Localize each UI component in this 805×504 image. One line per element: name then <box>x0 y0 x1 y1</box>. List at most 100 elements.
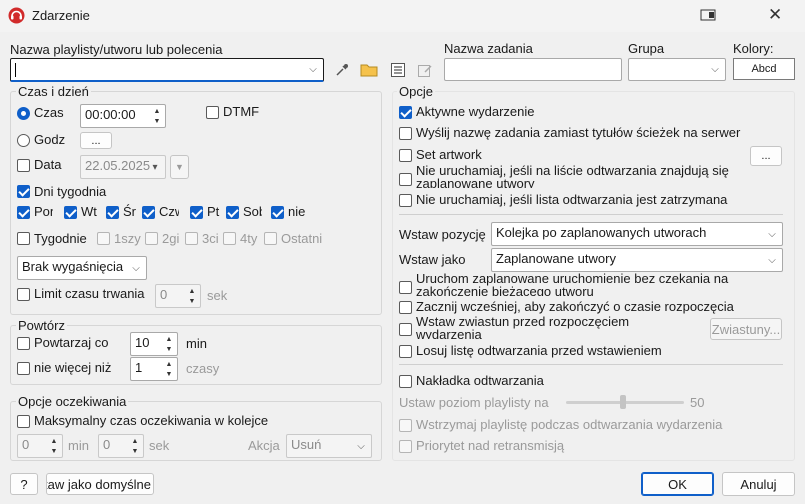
max-label: nie więcej niż <box>34 360 112 375</box>
week-1-checkbox[interactable] <box>97 232 110 245</box>
playlist-button[interactable] <box>386 58 410 81</box>
action-label: Akcja <box>248 438 280 453</box>
wait-min-input[interactable]: 0 ▲ ▼ <box>17 434 63 458</box>
day-sr-checkbox[interactable] <box>106 206 119 219</box>
close-icon[interactable]: ✕ <box>768 5 782 25</box>
edit-icon <box>418 64 432 77</box>
godz-button[interactable]: ... <box>80 132 112 149</box>
run-now-checkbox[interactable] <box>399 281 412 294</box>
shuffle-label: Losuj listę odtwarzania przed wstawienie… <box>416 343 662 358</box>
overlay-checkbox[interactable] <box>399 375 412 388</box>
trailer-button[interactable]: Zwiastuny... <box>710 318 782 340</box>
repeat-checkbox[interactable] <box>17 337 30 350</box>
repeat-unit: min <box>186 336 207 351</box>
chevron-down-icon: ⌵ <box>711 64 719 75</box>
ok-button[interactable]: OK <box>641 472 714 496</box>
czas-label: Czas <box>34 105 64 120</box>
limit-spinner[interactable]: ▲ ▼ <box>185 286 199 306</box>
window-mode-icon[interactable] <box>700 9 716 21</box>
day-sr-label: Śr <box>123 204 136 219</box>
options-group-title: Opcje <box>397 84 435 99</box>
active-label: Aktywne wydarzenie <box>416 104 535 119</box>
artwork-button[interactable]: ... <box>750 146 782 166</box>
no-run-list-label: Nie uruchamiaj, jeśli na liście odtwarza… <box>416 164 729 188</box>
week-2-checkbox[interactable] <box>145 232 158 245</box>
trailer-checkbox[interactable] <box>399 323 412 336</box>
days-checkbox[interactable] <box>17 185 30 198</box>
day-wt-checkbox[interactable] <box>64 206 77 219</box>
czas-radio[interactable] <box>17 107 30 120</box>
colors-button[interactable]: Abcd <box>733 58 795 80</box>
level-value: 50 <box>690 395 705 410</box>
day-czw-checkbox[interactable] <box>142 206 155 219</box>
edit-button[interactable] <box>413 58 437 81</box>
max-input[interactable]: 1 ▲ ▼ <box>130 357 178 381</box>
week-3-checkbox[interactable] <box>185 232 198 245</box>
chevron-down-icon[interactable]: ⌵ <box>305 59 321 80</box>
priority-label: Priorytet nad retransmisją <box>416 438 565 453</box>
colors-label: Kolory: <box>733 41 774 56</box>
playlist-input[interactable]: ⌵ <box>10 58 324 82</box>
group-label: Grupa <box>628 41 665 56</box>
dtmf-checkbox[interactable] <box>206 106 219 119</box>
task-input[interactable] <box>444 58 622 81</box>
day-sob-checkbox[interactable] <box>226 206 239 219</box>
insert-as-label: Wstaw jako <box>399 252 466 267</box>
day-pt-checkbox[interactable] <box>190 206 203 219</box>
insert-pos-label: Wstaw pozycję <box>399 227 486 242</box>
level-slider-thumb[interactable] <box>620 395 626 409</box>
help-button[interactable]: ? <box>10 473 38 495</box>
czas-spinner[interactable]: ▲ ▼ <box>150 106 164 126</box>
max-spinner[interactable]: ▲ ▼ <box>162 359 176 379</box>
active-checkbox[interactable] <box>399 106 412 119</box>
week-last-checkbox[interactable] <box>264 232 277 245</box>
set-default-button[interactable]: Ustaw jako domyślne <box>46 473 154 495</box>
start-early-checkbox[interactable] <box>399 301 412 314</box>
action-select[interactable]: Usuń ⌵ <box>286 434 372 458</box>
repeat-input[interactable]: 10 ▲ ▼ <box>130 332 178 356</box>
wait-min-spinner[interactable]: ▲ ▼ <box>47 436 61 456</box>
priority-checkbox[interactable] <box>399 440 412 453</box>
group-select[interactable]: ⌵ <box>628 58 726 81</box>
day-sob-label: Sob <box>243 204 262 219</box>
day-pon-checkbox[interactable] <box>17 206 30 219</box>
czas-input[interactable]: 00:00:00 ▲ ▼ <box>80 104 166 128</box>
repeat-spinner[interactable]: ▲ ▼ <box>162 334 176 354</box>
insert-pos-select[interactable]: Kolejka po zaplanowanych utworach ⌵ <box>491 222 783 246</box>
week-4-checkbox[interactable] <box>223 232 236 245</box>
max-wait-checkbox[interactable] <box>17 415 30 428</box>
shuffle-checkbox[interactable] <box>399 345 412 358</box>
repeat-group <box>10 325 382 385</box>
no-run-list-checkbox[interactable] <box>399 173 412 186</box>
repeat-group-title: Powtórz <box>16 318 67 333</box>
weekly-checkbox[interactable] <box>17 232 30 245</box>
pause-checkbox[interactable] <box>399 419 412 432</box>
open-folder-button[interactable] <box>357 58 381 81</box>
window-title: Zdarzenie <box>32 8 90 23</box>
wait-sec-spinner[interactable]: ▲ ▼ <box>128 436 142 456</box>
time-group-title: Czas i dzień <box>16 84 91 99</box>
pause-label: Wstrzymaj playlistę podczas odtwarzania … <box>416 417 723 432</box>
send-name-checkbox[interactable] <box>399 127 412 140</box>
limit-input[interactable]: 0 ▲ ▼ <box>155 284 201 308</box>
chevron-down-icon: ⌵ <box>768 254 776 266</box>
insert-as-select[interactable]: Zaplanowane utwory ⌵ <box>491 248 783 272</box>
send-name-label: Wyślij nazwę zadania zamiast tytułów ści… <box>416 125 741 140</box>
artwork-checkbox[interactable] <box>399 149 412 162</box>
max-checkbox[interactable] <box>17 362 30 375</box>
data-input[interactable]: 22.05.2025 ▾ <box>80 155 166 179</box>
wait-sec-input[interactable]: 0 ▲ ▼ <box>98 434 144 458</box>
data-dropdown-button[interactable]: ▼ <box>170 155 189 179</box>
app-icon <box>8 7 25 24</box>
cancel-button[interactable]: Anuluj <box>722 472 795 496</box>
no-run-stopped-checkbox[interactable] <box>399 194 412 207</box>
pick-button[interactable] <box>330 58 354 81</box>
data-checkbox[interactable] <box>17 159 30 172</box>
week-4-label: 4ty <box>240 231 258 246</box>
godz-radio[interactable] <box>17 134 30 147</box>
limit-unit: sek <box>207 288 228 303</box>
day-nie-checkbox[interactable] <box>271 206 284 219</box>
set-default-label: Ustaw jako domyślne <box>46 476 151 492</box>
expire-select[interactable]: Brak wygaśnięcia ⌵ <box>17 256 147 280</box>
limit-checkbox[interactable] <box>17 288 30 301</box>
